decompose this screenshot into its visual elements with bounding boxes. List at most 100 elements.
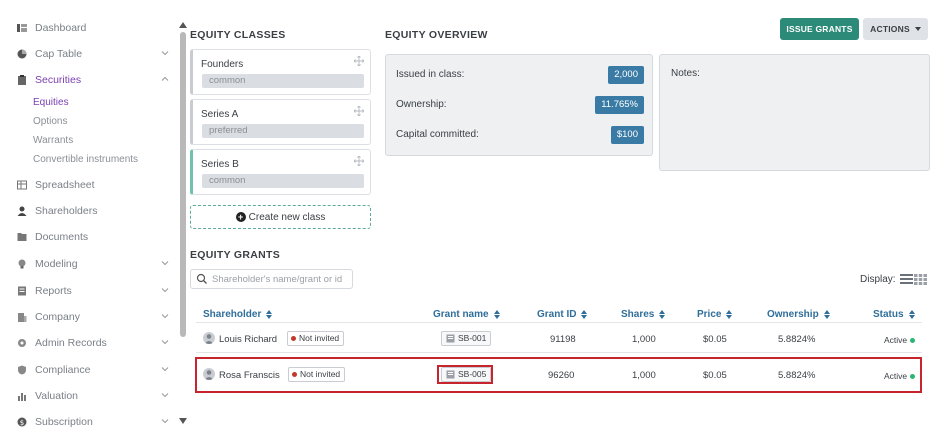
chevron-down-icon — [161, 393, 169, 398]
class-card-founders[interactable]: Founders common — [190, 49, 371, 95]
status-badge: Active — [884, 335, 916, 345]
display-label: Display: — [860, 273, 896, 285]
column-label: Grant name — [433, 309, 489, 320]
red-dot-icon — [291, 336, 296, 341]
row-highlight-box — [195, 357, 922, 393]
sidebar-item-documents[interactable]: Documents — [17, 228, 175, 246]
actions-dropdown-button[interactable]: ACTIONS — [863, 18, 928, 40]
certificate-icon — [446, 334, 455, 343]
grant-name-badge[interactable]: SB-001 — [441, 331, 492, 346]
table-divider — [196, 322, 922, 323]
sidebar-item-label: Documents — [35, 231, 89, 243]
column-label: Shareholder — [203, 309, 262, 320]
class-type-pill: preferred — [202, 124, 364, 138]
create-new-class-label: Create new class — [248, 211, 326, 223]
sidebar-item-compliance[interactable]: Compliance — [17, 361, 175, 379]
chevron-down-icon — [161, 288, 169, 293]
grid-view-icon[interactable] — [913, 273, 927, 285]
chevron-down-icon — [161, 314, 169, 319]
ownership-row: Ownership: 11.765% — [396, 96, 644, 114]
column-label: Status — [873, 309, 904, 320]
sidebar-item-securities[interactable]: Securities — [17, 71, 175, 89]
sort-icon — [908, 310, 915, 319]
lightbulb-icon — [17, 259, 27, 269]
sidebar-item-label: Reports — [35, 285, 72, 297]
column-header-shareholder[interactable]: Shareholder — [203, 309, 273, 320]
drag-handle-icon[interactable] — [354, 156, 364, 166]
sidebar-subitem-options[interactable]: Options — [33, 116, 67, 127]
shield-icon — [17, 365, 27, 375]
admin-icon — [17, 338, 27, 348]
sort-icon — [266, 310, 273, 319]
grants-search[interactable] — [190, 269, 353, 289]
scroll-down-arrow[interactable] — [179, 418, 187, 424]
scroll-up-arrow[interactable] — [179, 22, 187, 28]
chevron-down-icon — [161, 261, 169, 266]
sidebar-item-label: Cap Table — [35, 48, 83, 60]
sidebar-item-reports[interactable]: Reports — [17, 282, 175, 300]
class-name: Series A — [201, 109, 239, 120]
column-header-price[interactable]: Price — [697, 309, 733, 320]
status-label: Active — [884, 335, 908, 345]
class-card-series-b[interactable]: Series B common — [190, 149, 371, 195]
drag-handle-icon[interactable] — [354, 106, 364, 116]
class-name: Series B — [201, 159, 239, 170]
sidebar-subitem-equities[interactable]: Equities — [33, 97, 69, 108]
column-label: Shares — [621, 309, 655, 320]
issued-value: 2,000 — [608, 66, 644, 84]
sidebar-item-cap-table[interactable]: Cap Table — [17, 45, 175, 63]
column-header-status[interactable]: Status — [873, 309, 915, 320]
sidebar-subitem-warrants[interactable]: Warrants — [33, 135, 73, 146]
ownership: 5.8824% — [778, 334, 816, 345]
class-card-series-a[interactable]: Series A preferred — [190, 99, 371, 145]
column-label: Grant ID — [537, 309, 577, 320]
ownership-label: Ownership: — [396, 99, 447, 110]
green-dot-icon — [910, 337, 916, 343]
equity-overview-title: EQUITY OVERVIEW — [385, 29, 488, 41]
ownership-value: 11.765% — [595, 96, 644, 114]
grant-id: 91198 — [550, 334, 576, 345]
equity-overview-panel: Issued in class: 2,000 Ownership: 11.765… — [385, 54, 653, 156]
sort-icon — [823, 310, 830, 319]
invite-status-badge[interactable]: Not invited — [287, 331, 345, 346]
sidebar-item-subscription[interactable]: $ Subscription — [17, 413, 175, 431]
column-label: Ownership — [767, 309, 819, 320]
sidebar-item-dashboard[interactable]: Dashboard — [17, 19, 175, 37]
issue-grants-button[interactable]: ISSUE GRANTS — [780, 18, 859, 40]
scrollbar-thumb[interactable] — [180, 32, 186, 337]
list-view-icon[interactable] — [899, 273, 913, 285]
search-input[interactable] — [212, 273, 347, 285]
sidebar-item-company[interactable]: Company — [17, 308, 175, 326]
column-header-shares[interactable]: Shares — [621, 309, 666, 320]
sort-icon — [659, 310, 666, 319]
sidebar-item-admin-records[interactable]: Admin Records — [17, 334, 175, 352]
plus-circle-icon: + — [235, 212, 246, 222]
price: $0.05 — [703, 334, 727, 345]
capital-value: $100 — [610, 126, 644, 144]
sort-icon — [581, 310, 588, 319]
sidebar-item-spreadsheet[interactable]: Spreadsheet — [17, 176, 175, 194]
chevron-down-icon — [161, 340, 169, 345]
issued-in-class-row: Issued in class: 2,000 — [396, 66, 644, 84]
sidebar-subitem-convertible-instruments[interactable]: Convertible instruments — [33, 154, 138, 165]
column-header-grant-name[interactable]: Grant name — [433, 309, 500, 320]
shareholder-name[interactable]: Louis Richard — [219, 334, 277, 345]
grant-name-label: SB-001 — [458, 333, 487, 343]
sidebar-item-modeling[interactable]: Modeling — [17, 255, 175, 273]
column-header-ownership[interactable]: Ownership — [767, 309, 830, 320]
sidebar-item-label: Valuation — [35, 390, 79, 402]
create-new-class-button[interactable]: + Create new class — [190, 205, 371, 229]
invite-status-label: Not invited — [299, 333, 340, 343]
spreadsheet-icon — [17, 180, 27, 190]
pie-chart-icon — [17, 49, 27, 59]
drag-handle-icon[interactable] — [354, 56, 364, 66]
sidebar-item-valuation[interactable]: Valuation — [17, 387, 175, 405]
sidebar-item-shareholders[interactable]: Shareholders — [17, 202, 175, 220]
notes-panel[interactable]: Notes: — [659, 54, 930, 171]
column-header-grant-id[interactable]: Grant ID — [537, 309, 588, 320]
grant-highlight-box — [437, 365, 493, 384]
column-label: Price — [697, 309, 722, 320]
sort-icon — [726, 310, 733, 319]
class-name: Founders — [201, 59, 244, 70]
capital-committed-row: Capital committed: $100 — [396, 126, 644, 144]
